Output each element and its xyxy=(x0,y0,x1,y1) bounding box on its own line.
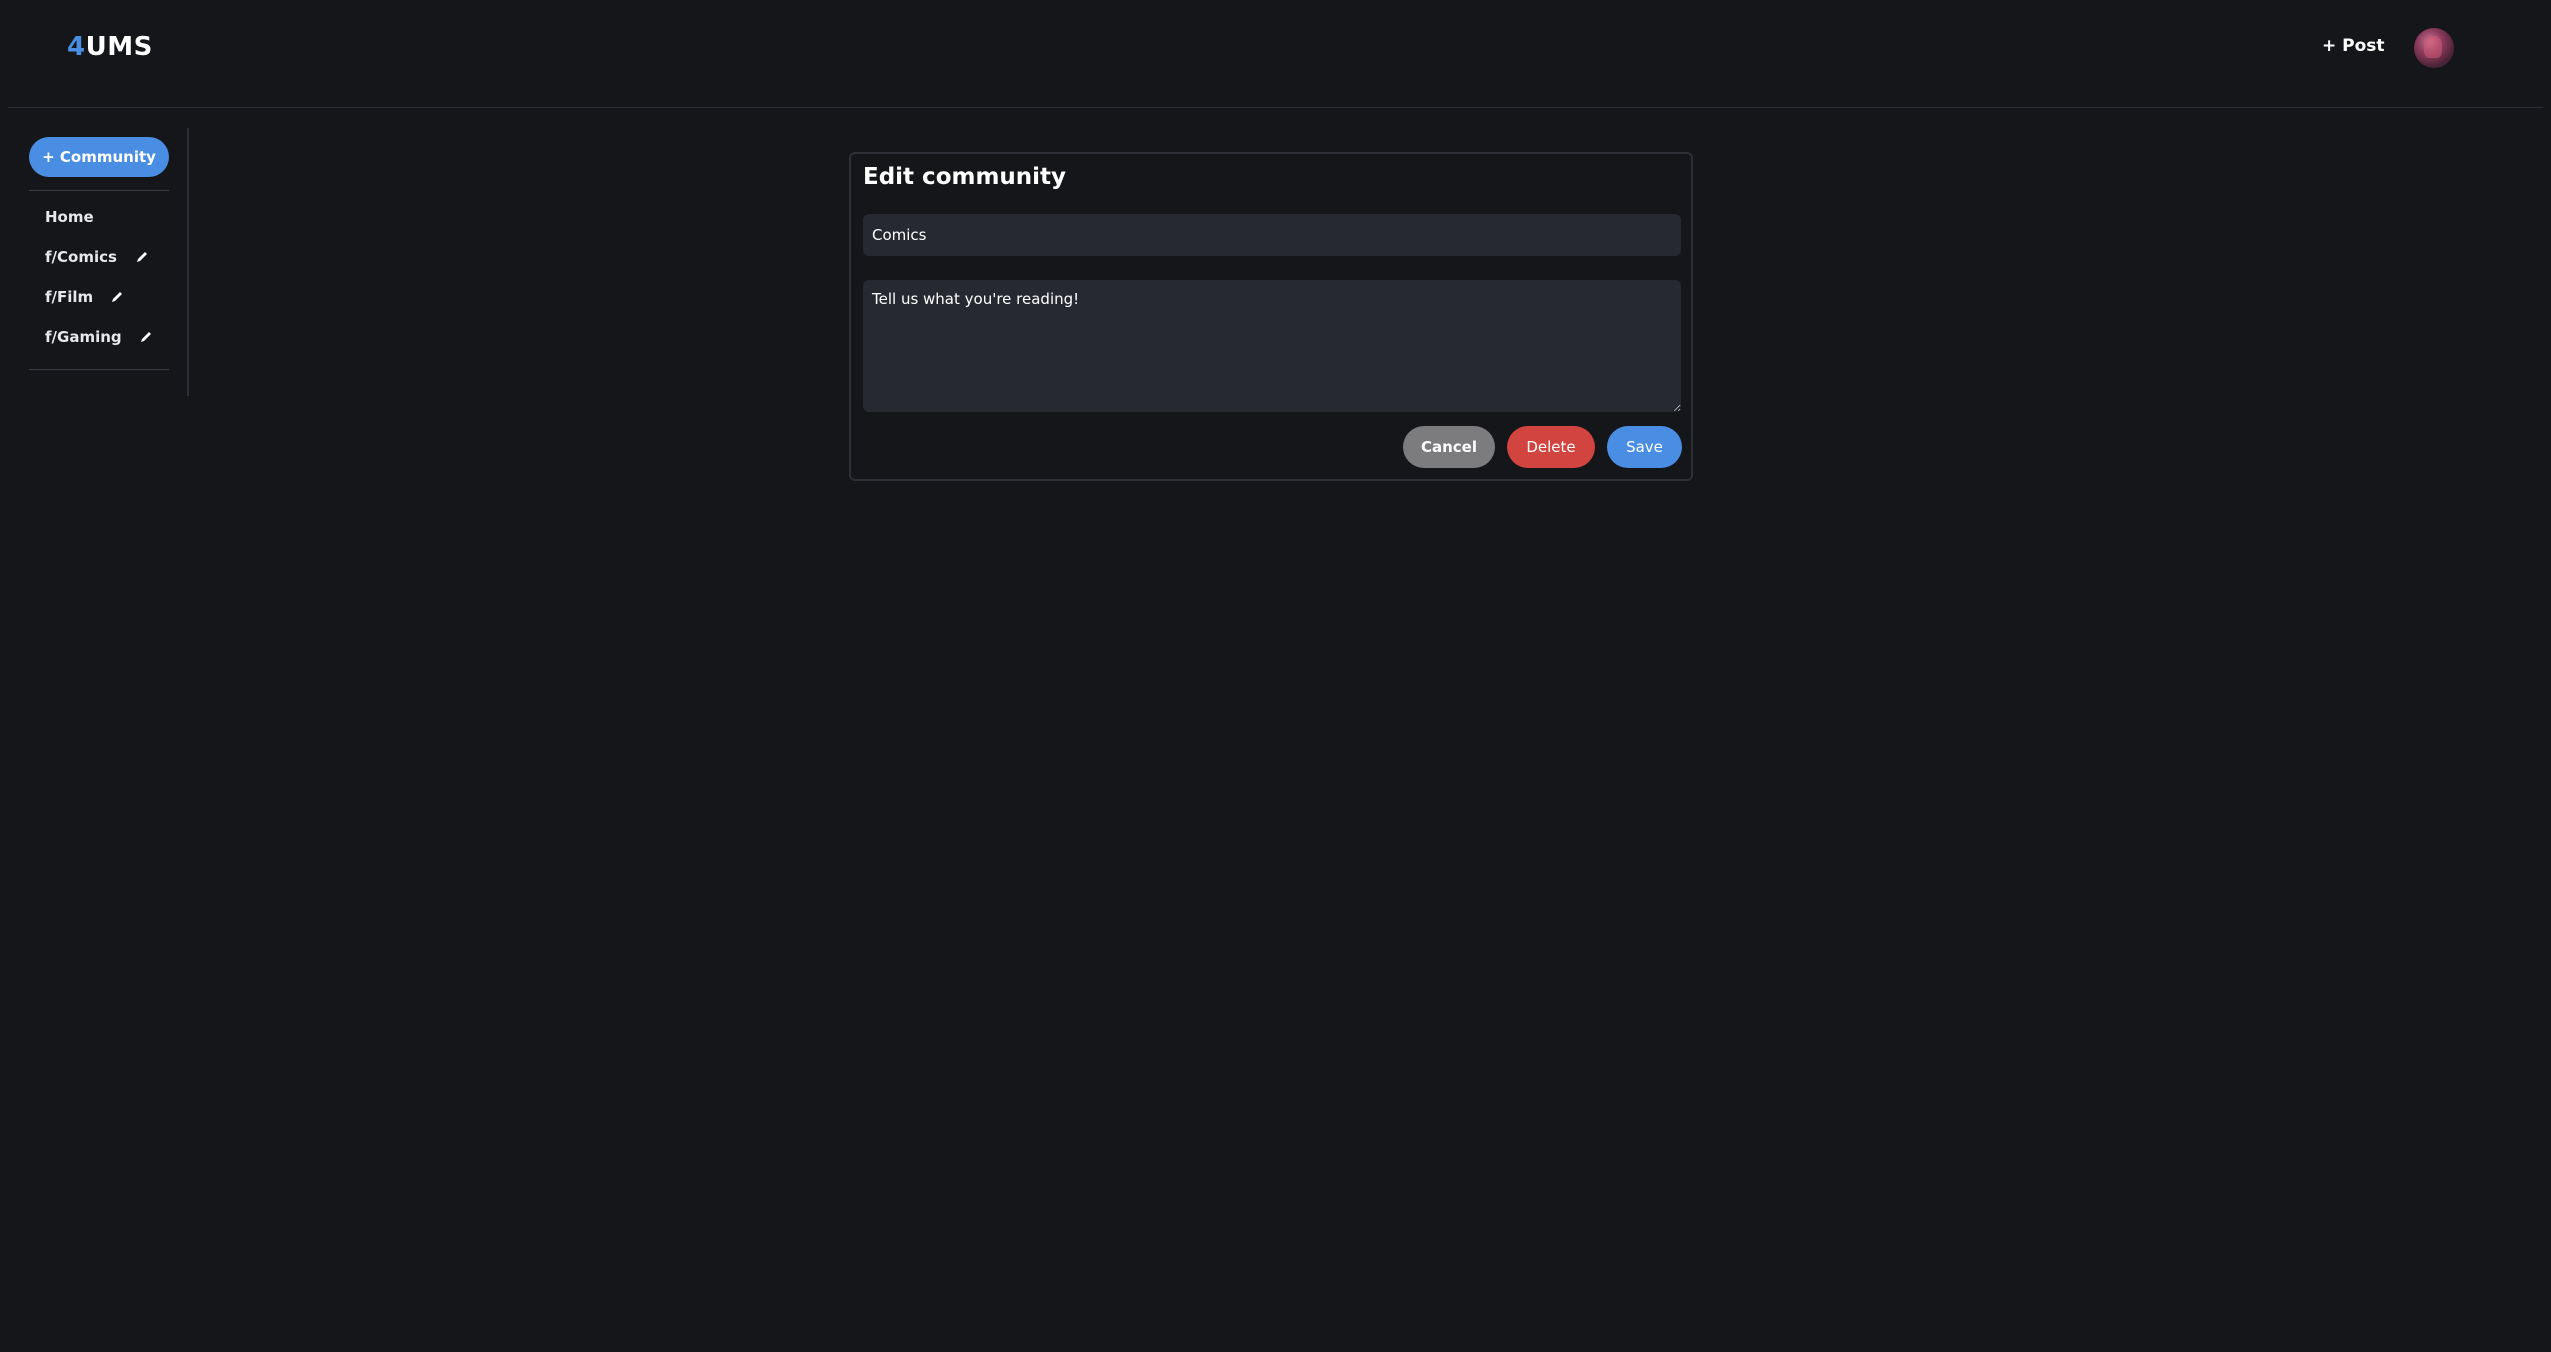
header-divider xyxy=(8,107,2543,108)
pencil-icon[interactable] xyxy=(139,330,153,344)
sidebar-item-comics[interactable]: f/Comics xyxy=(45,248,149,266)
delete-button[interactable]: Delete xyxy=(1507,426,1595,468)
pencil-icon[interactable] xyxy=(110,290,124,304)
sidebar-item-label: f/Film xyxy=(45,288,94,306)
user-avatar[interactable] xyxy=(2414,28,2454,68)
sidebar-item-label: f/Gaming xyxy=(45,328,122,346)
sidebar-item-home[interactable]: Home xyxy=(45,208,94,226)
edit-community-card: Edit community Tell us what you're readi… xyxy=(849,152,1693,481)
logo-accent: 4 xyxy=(67,32,86,62)
pencil-icon[interactable] xyxy=(135,250,149,264)
sidebar-divider-bottom xyxy=(29,369,169,370)
edit-community-title: Edit community xyxy=(863,164,1067,190)
new-post-button[interactable]: + Post xyxy=(2322,36,2385,56)
save-button[interactable]: Save xyxy=(1607,426,1682,468)
sidebar-divider-top xyxy=(29,190,169,191)
logo-text: UMS xyxy=(85,32,153,62)
site-logo[interactable]: 4UMS xyxy=(67,32,153,62)
community-description-input[interactable]: Tell us what you're reading! xyxy=(863,280,1681,412)
community-name-input[interactable] xyxy=(863,214,1681,256)
sidebar-item-film[interactable]: f/Film xyxy=(45,288,124,306)
sidebar-item-gaming[interactable]: f/Gaming xyxy=(45,328,153,346)
sidebar-divider-vertical xyxy=(187,128,189,396)
cancel-button[interactable]: Cancel xyxy=(1403,426,1495,468)
sidebar-item-label: Home xyxy=(45,208,94,226)
create-community-button[interactable]: + Community xyxy=(29,137,169,177)
top-header: 4UMS + Post xyxy=(0,0,2551,100)
sidebar-item-label: f/Comics xyxy=(45,248,117,266)
